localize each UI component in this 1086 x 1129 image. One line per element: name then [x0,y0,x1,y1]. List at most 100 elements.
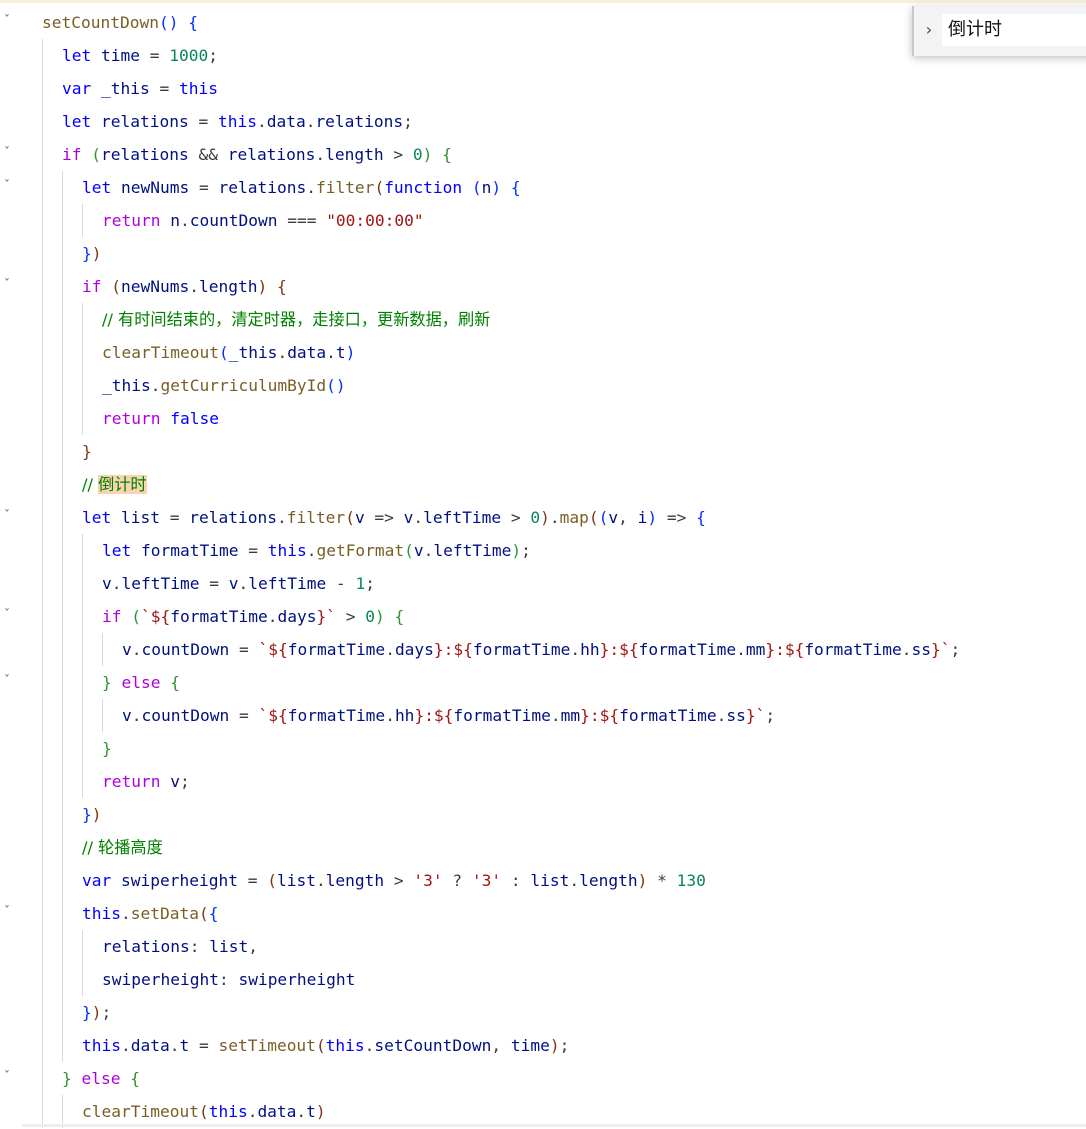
code-line[interactable]: this.data.t = setTimeout(this.setCountDo… [82,1029,569,1062]
code-line[interactable]: // 倒计时 [82,468,147,501]
code-line[interactable]: setCountDown() { [42,6,198,39]
code-line[interactable]: v.countDown = `${formatTime.hh}:${format… [122,699,775,732]
code-token: list [121,508,160,527]
code-line[interactable]: }) [82,237,102,270]
code-line[interactable]: this.setData({ [82,897,218,930]
fold-chevron-icon[interactable]: ˇ [0,179,14,191]
code-line[interactable]: swiperheight: swiperheight [102,963,355,996]
code-token: var [82,871,112,890]
code-token: ) [491,178,502,197]
indent-guide [42,204,43,237]
indent-guide [42,138,43,171]
fold-chevron-icon[interactable]: ˇ [0,278,14,290]
fold-chevron-icon[interactable]: ˇ [0,608,14,620]
indent-guide [42,831,43,864]
code-token: '3' [471,871,502,890]
code-line[interactable]: var swiperheight = (list.length > '3' ? … [82,864,706,897]
code-token: > [335,607,366,626]
fold-chevron-icon[interactable]: ˇ [0,509,14,521]
line-gutter[interactable]: ˇ ˇ ˇ ˇ ˇ ˇ ˇ ˇ ˇ [0,0,22,1129]
code-token: 1 [355,574,366,593]
fold-chevron-icon[interactable]: ˇ [0,14,14,26]
code-token: , [618,508,638,527]
code-token: if [82,277,102,296]
code-token: . [326,343,336,362]
find-widget: › 倒计时 [912,6,1086,56]
code-token: newNums [121,277,190,296]
fold-chevron-icon[interactable]: ˇ [0,674,14,686]
indent-guide [42,237,43,270]
code-token: '3' [413,871,443,890]
code-line[interactable]: relations: list, [102,930,258,963]
indent-guide [62,336,63,369]
code-line[interactable]: let list = relations.filter(v => v.leftT… [82,501,706,534]
code-line[interactable]: let relations = this.data.relations; [62,105,413,138]
code-line[interactable]: if (newNums.length) { [82,270,287,303]
indent-guide [82,765,83,798]
code-token: }:${ [599,640,639,659]
indent-guide [42,765,43,798]
indent-guide [62,633,63,666]
code-line[interactable]: if (relations && relations.length > 0) { [62,138,452,171]
code-line[interactable]: let newNums = relations.filter(function … [82,171,521,204]
code-line[interactable]: return n.countDown === "00:00:00" [102,204,424,237]
code-line[interactable]: return false [102,402,219,435]
indent-guide [82,930,83,963]
code-line[interactable]: return v; [102,765,190,798]
code-line[interactable]: v.countDown = `${formatTime.days}:${form… [122,633,960,666]
code-line[interactable]: }); [82,996,111,1029]
indent-guide [62,666,63,699]
code-token: return [102,211,161,230]
code-token: 0 [412,145,423,164]
indent-guide [62,930,63,963]
code-token: this [267,541,307,560]
code-line[interactable]: }) [82,798,102,831]
code-token: . [550,706,561,725]
code-token: formatTime [619,706,717,725]
code-token: . [315,145,326,164]
code-line[interactable]: let formatTime = this.getFormat(v.leftTi… [102,534,531,567]
chevron-right-icon[interactable]: › [920,18,938,42]
code-line[interactable]: clearTimeout(_this.data.t) [102,336,355,369]
code-token: ( [404,541,414,560]
code-token: }` [931,640,951,659]
indent-guide [42,996,43,1029]
code-line[interactable]: // 轮播高度 [82,831,163,864]
code-token: v [228,574,239,593]
code-token: v [403,508,414,527]
find-input[interactable]: 倒计时 [942,14,1086,46]
code-token: countDown [141,640,230,659]
code-token: formatTime [141,541,239,560]
fold-chevron-icon[interactable]: ˇ [0,146,14,158]
code-line[interactable]: // 有时间结束的，清定时器，走接口，更新数据，刷新 [102,303,490,336]
indent-guide [82,336,83,369]
fold-chevron-icon[interactable]: ˇ [0,1070,14,1082]
code-token: list [276,871,316,890]
code-editor[interactable]: setCountDown() {let time = 1000; var _thi… [22,6,1086,1128]
code-token: data [287,343,327,362]
code-token: this [325,1036,365,1055]
code-line[interactable]: } [102,732,112,765]
code-line[interactable]: let time = 1000; [62,39,218,72]
code-line[interactable]: if (`${formatTime.days}` > 0) { [102,600,404,633]
code-token: ) [91,244,102,263]
indent-guide [82,633,83,666]
code-line[interactable]: } else { [62,1062,140,1095]
code-line[interactable]: _this.getCurriculumById() [102,369,346,402]
indent-guide [42,336,43,369]
fold-chevron-icon[interactable]: ˇ [0,905,14,917]
code-token: list [209,937,249,956]
code-line[interactable]: } [82,435,92,468]
code-token: > [384,871,414,890]
code-token: map [559,508,589,527]
code-token: }:${ [765,640,805,659]
code-token: : [501,871,531,890]
code-line[interactable]: var _this = this [62,72,218,105]
code-token: ; [179,772,190,791]
code-line[interactable]: } else { [102,666,180,699]
code-line[interactable]: v.leftTime = v.leftTime - 1; [102,567,375,600]
